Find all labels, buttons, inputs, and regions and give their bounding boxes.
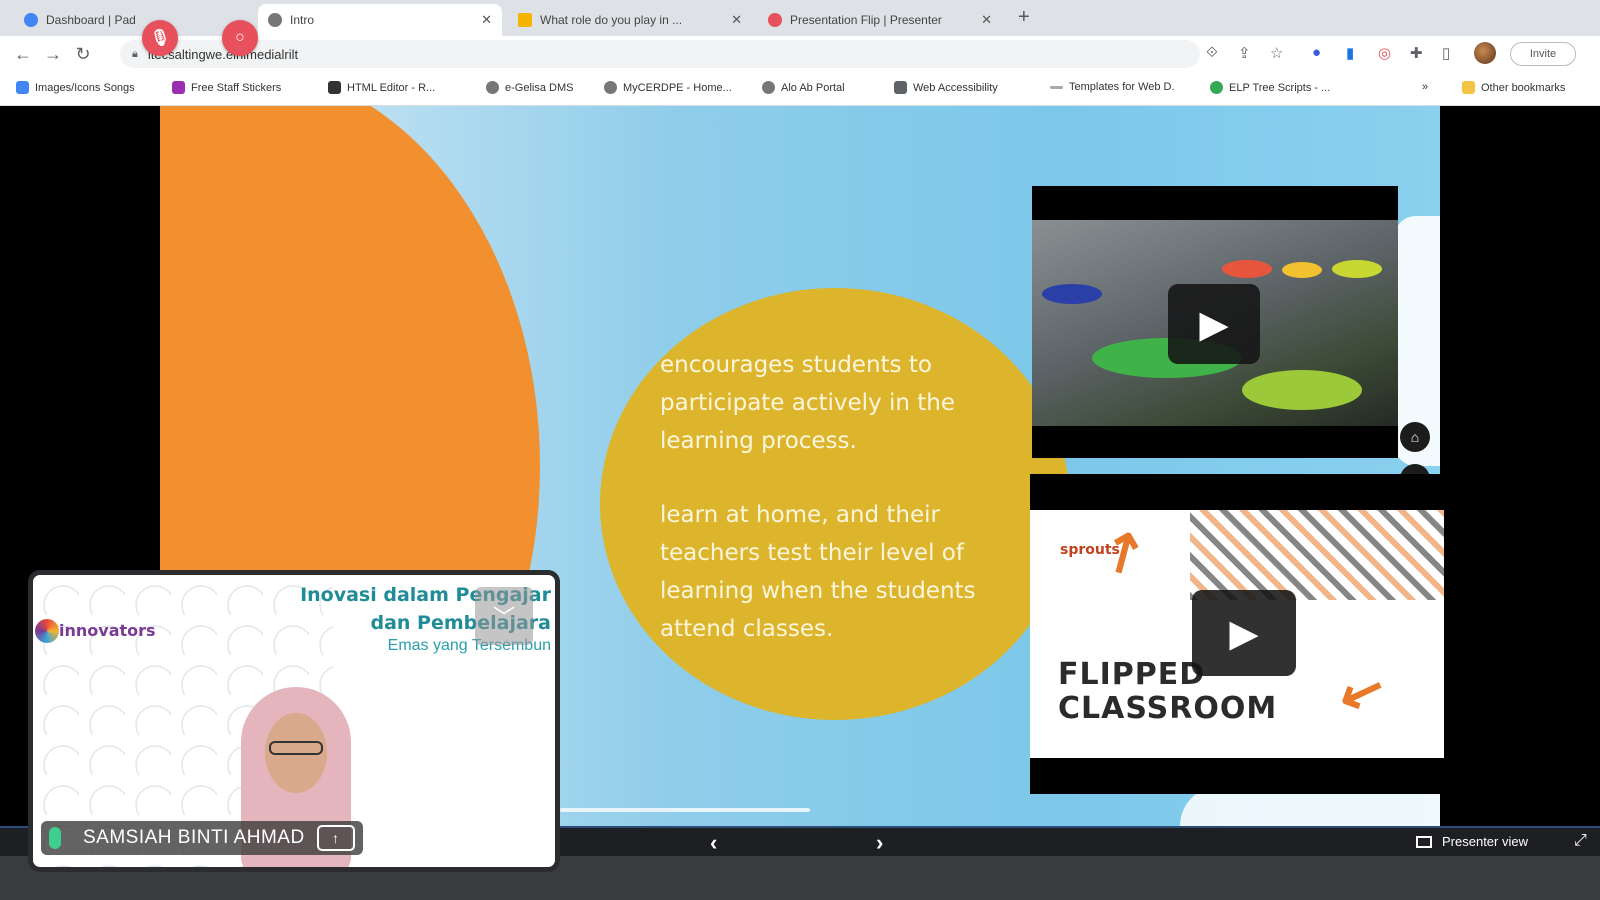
doodle-decoration [1190,510,1444,600]
participant-name: SAMSIAH BINTI AHMAD [83,827,305,848]
participant-name-bar: SAMSIAH BINTI AHMAD ↑ [41,821,363,855]
bookmark-item[interactable]: Alo Ab Portal [762,81,845,94]
dashboard-favicon-icon [24,13,38,27]
new-tab-button[interactable]: + [1018,6,1030,29]
translate-icon[interactable]: ⟐ [1206,44,1218,61]
presentation-favicon-icon [768,13,782,27]
bookmark-item[interactable]: Free Staff Stickers [172,81,281,94]
arrow-decoration: ↙ [1330,656,1394,728]
bookmark-item[interactable]: Web Accessibility [894,81,998,94]
stool-shape [1042,284,1102,304]
arrow-decoration: ↗ [1088,514,1158,590]
video-flipped-classroom[interactable]: sprouts ↗ ↙ FLIPPED CLASSROOM ▶ [1030,474,1444,794]
stool-shape [1282,262,1322,278]
folder-icon [1462,81,1475,94]
monitor-icon [1416,835,1432,848]
close-tab-icon[interactable]: ✕ [731,12,742,28]
next-slide-button[interactable]: › [876,830,883,856]
bookmark-favicon-icon [328,81,341,94]
address-bar[interactable]: 🔒︎ itecsaltingwe.elnlmedialrilt [120,40,1200,68]
close-tab-icon[interactable]: ✕ [981,12,992,28]
innovators-logo-icon [35,619,59,643]
forward-arrow-icon[interactable]: → [38,44,68,65]
stool-shape [1242,370,1362,410]
globe-icon [604,81,617,94]
other-bookmarks[interactable]: Other bookmarks [1462,81,1565,94]
globe-icon [268,13,282,27]
play-icon[interactable]: ▶ [1168,284,1260,364]
presenter-view-button[interactable]: Presenter view [1416,834,1528,849]
bookmark-item[interactable]: ELP Tree Scripts - ... [1210,81,1330,94]
extension-icon[interactable]: ● [1312,44,1321,61]
home-icon[interactable]: ⌂ [1400,422,1430,452]
tab-what-role[interactable]: What role do you play in ... ✕ [508,4,752,36]
bookmark-star-icon[interactable]: ☆ [1270,44,1283,62]
bookmark-item[interactable]: HTML Editor - R... [328,81,435,94]
close-tab-icon[interactable]: ✕ [481,12,492,28]
globe-icon [486,81,499,94]
bookmark-favicon-icon [16,81,29,94]
tab-presenter[interactable]: Presentation Flip | Presenter ✕ [758,4,1002,36]
bookmark-item[interactable]: Templates for Web D. [1050,81,1175,93]
bookmark-item[interactable]: MyCERDPE - Home... [604,81,732,94]
bookmark-favicon-icon [894,81,907,94]
dash-icon [1050,85,1063,89]
slide-text-2: learn at home, and their teachers test t… [660,502,976,642]
more-bookmarks-icon[interactable]: » [1422,81,1428,93]
record-extension-icon[interactable]: ◎ [1378,44,1391,62]
tab-dashboard[interactable]: Dashboard | Pad [14,4,254,36]
back-arrow-icon[interactable]: ← [8,44,38,65]
fullscreen-icon[interactable]: ⤢ [1574,832,1587,850]
bookmark-item[interactable]: e-Gelisa DMS [486,81,573,94]
stool-shape [1332,260,1382,278]
participant-video-tile[interactable]: innovators Inovasi dalam Pengajar dan Pe… [28,570,560,872]
lock-icon: 🔒︎ [132,47,138,60]
bookmark-favicon-icon [172,81,185,94]
play-icon[interactable]: ▶ [1192,590,1296,676]
slide-progress [560,808,810,812]
mute-mic-icon[interactable]: 🎙︎ [142,20,178,56]
sidebar-icon[interactable]: ▯ [1442,44,1450,62]
upload-icon[interactable]: ↑ [316,825,355,851]
record-button[interactable]: ○ [222,20,258,56]
previous-slide-button[interactable]: ‹ [710,830,717,856]
video-classroom[interactable]: ▶ [1032,186,1398,458]
microphone-icon [49,827,61,849]
avatar[interactable] [1474,42,1496,64]
stool-shape [1222,260,1272,278]
analytics-extension-icon[interactable]: ▮ [1346,44,1354,62]
share-icon[interactable]: ⇪ [1238,44,1251,62]
slide-text-1: encourages students to participate activ… [660,352,956,454]
google-icon [1210,81,1223,94]
chevron-down-icon[interactable]: ﹀ [475,587,533,645]
globe-icon [762,81,775,94]
bookmark-item[interactable]: Images/Icons Songs [16,81,135,94]
bookmarks-bar: Images/Icons Songs Free Staff Stickers H… [0,72,1600,106]
puzzle-icon[interactable]: ✚ [1410,44,1423,62]
reload-icon[interactable]: ↻ [68,44,98,65]
profile-button[interactable]: Invite [1510,42,1576,66]
tab-intro[interactable]: Intro ✕ [258,4,502,36]
slides-favicon-icon [518,13,532,27]
innovators-logo: innovators [59,621,156,640]
